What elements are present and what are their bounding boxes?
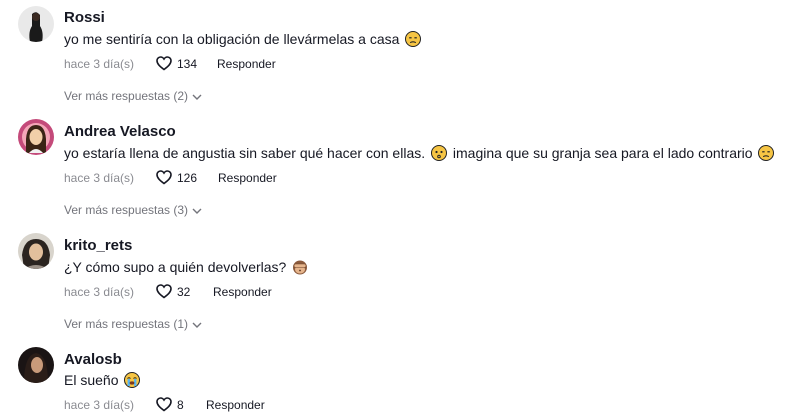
view-more-replies-button[interactable]: Ver más respuestas (3) [64, 203, 202, 217]
heart-icon[interactable] [155, 396, 173, 412]
view-more-replies-label: Ver más respuestas (3) [64, 203, 189, 217]
comment-username[interactable]: Avalosb [64, 351, 122, 368]
pensive-face-icon [405, 31, 422, 50]
comment-timestamp: hace 3 día(s) [64, 398, 135, 412]
like-count: 126 [177, 171, 198, 185]
comment-text: yo estaría llena de angustia sin saber q… [64, 145, 776, 164]
like-count: 32 [177, 285, 191, 299]
reply-button[interactable]: Responder [218, 171, 277, 185]
chevron-down-icon [192, 322, 202, 328]
view-more-replies-button[interactable]: Ver más respuestas (1) [64, 317, 202, 331]
view-more-replies-label: Ver más respuestas (1) [64, 317, 189, 331]
comment-timestamp: hace 3 día(s) [64, 57, 135, 71]
comment-username[interactable]: krito_rets [64, 237, 132, 254]
comment-username[interactable]: Andrea Velasco [64, 123, 176, 140]
view-more-replies-button[interactable]: Ver más respuestas (2) [64, 89, 202, 103]
avatar[interactable] [18, 119, 54, 155]
comment-text-content: yo me sentiría con la obligación de llev… [64, 31, 400, 47]
see-no-evil-monkey-icon [292, 259, 308, 278]
avatar[interactable] [18, 6, 54, 42]
avatar[interactable] [18, 233, 54, 269]
comment-text-content: El sueño [64, 372, 119, 388]
crying-face-icon [124, 372, 141, 391]
heart-icon[interactable] [155, 169, 173, 185]
comment-text: yo me sentiría con la obligación de llev… [64, 31, 423, 50]
comment-text-content-2: imagina que su granja sea para el lado c… [452, 145, 753, 161]
reply-button[interactable]: Responder [217, 57, 276, 71]
comment-text-content: ¿Y cómo supo a quién devolverlas? [64, 259, 287, 275]
view-more-replies-label: Ver más respuestas (2) [64, 89, 189, 103]
chevron-down-icon [192, 208, 202, 214]
heart-icon[interactable] [155, 55, 173, 71]
chevron-down-icon [192, 94, 202, 100]
reply-button[interactable]: Responder [206, 398, 265, 412]
reply-button[interactable]: Responder [213, 285, 272, 299]
comment-text: ¿Y cómo supo a quién devolverlas? [64, 259, 310, 278]
comment-timestamp: hace 3 día(s) [64, 171, 135, 185]
comment-text: El sueño [64, 372, 142, 391]
avatar[interactable] [18, 347, 54, 383]
comment-timestamp: hace 3 día(s) [64, 285, 135, 299]
like-count: 134 [177, 57, 198, 71]
worried-face-icon [431, 145, 448, 164]
comment-text-content: yo estaría llena de angustia sin saber q… [64, 145, 426, 161]
heart-icon[interactable] [155, 283, 173, 299]
comment-username[interactable]: Rossi [64, 9, 105, 26]
pensive-face-icon [758, 145, 775, 164]
like-count: 8 [177, 398, 184, 412]
